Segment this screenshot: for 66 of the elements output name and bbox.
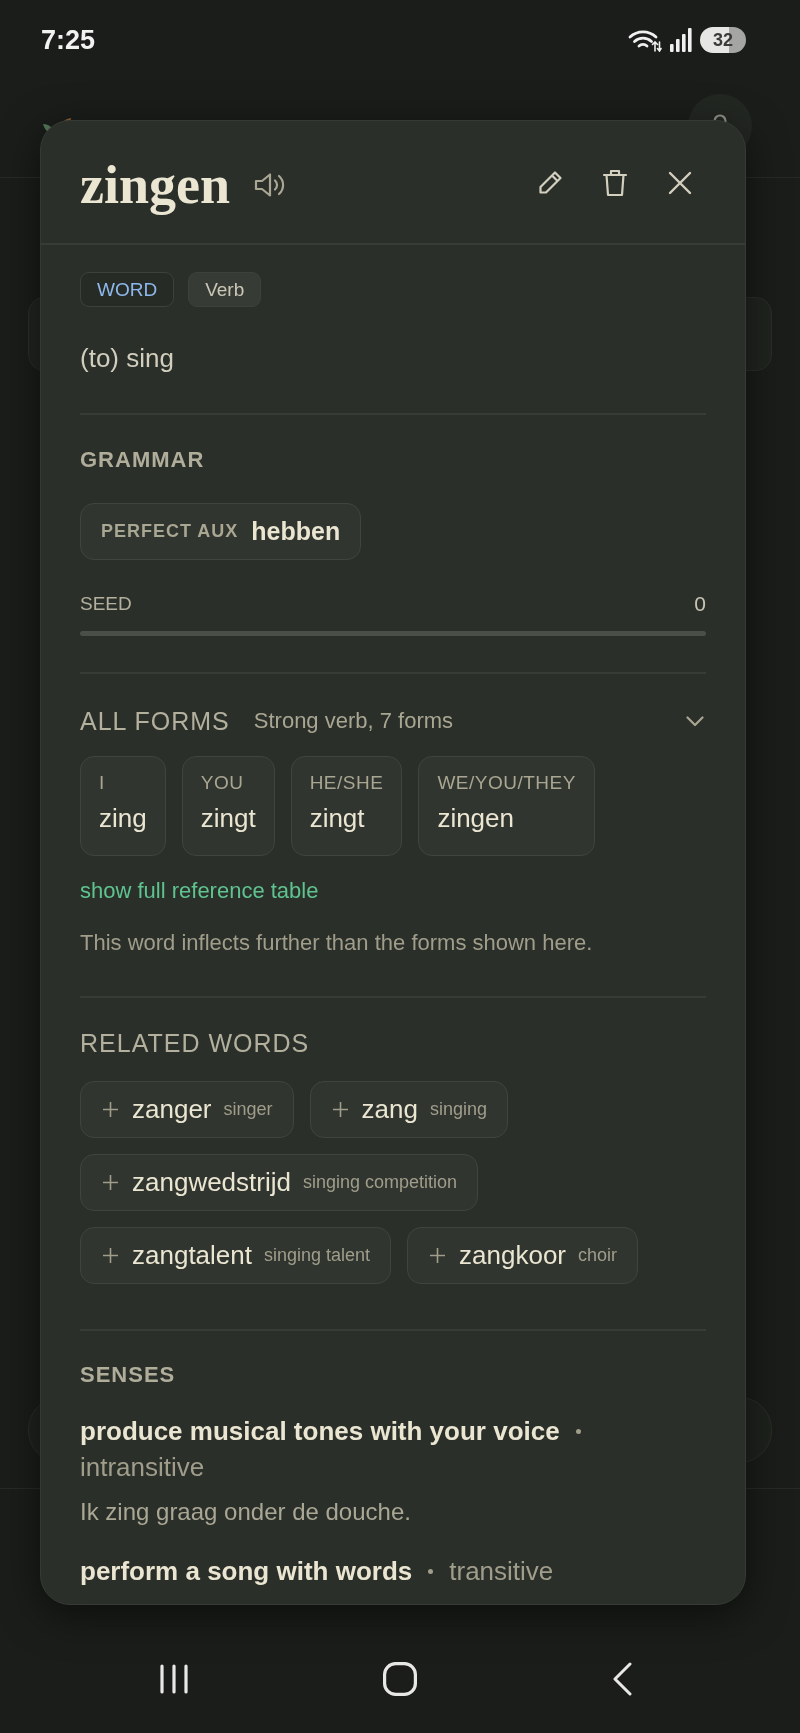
related-word: zang bbox=[361, 1094, 418, 1125]
form-word: zingen bbox=[437, 802, 515, 834]
status-time: 7:25 bbox=[41, 24, 96, 56]
form-person: I bbox=[99, 771, 106, 795]
section-heading: GRAMMAR bbox=[80, 447, 206, 473]
related-gloss: singer bbox=[223, 1099, 273, 1120]
sense-grammar-label: transitive bbox=[449, 1555, 554, 1588]
related-word: zangkoor bbox=[459, 1240, 567, 1271]
pencil-icon bbox=[537, 170, 563, 196]
related-gloss: singing talent bbox=[264, 1245, 371, 1266]
plus-icon bbox=[103, 1248, 118, 1263]
separator-dot-icon bbox=[428, 1568, 434, 1574]
word-title: zingen bbox=[80, 155, 230, 215]
related-word-chip[interactable]: zangkoor choir bbox=[407, 1227, 639, 1284]
section-heading: ALL FORMS bbox=[80, 706, 230, 736]
form-word: zingt bbox=[309, 802, 366, 834]
chevron-down-icon bbox=[686, 715, 704, 727]
form-person: HE/SHE bbox=[309, 771, 384, 795]
form-word: zing bbox=[99, 802, 147, 834]
section-heading: SENSES bbox=[80, 1362, 177, 1388]
translation-text: (to) sing bbox=[80, 342, 175, 374]
sense-grammar-label: intransitive bbox=[80, 1451, 205, 1484]
pronounce-button[interactable] bbox=[254, 171, 286, 199]
word-tag: Verb bbox=[188, 272, 262, 307]
inflection-note: This word inflects further than the forms shown here. bbox=[80, 930, 594, 956]
reference-table-link[interactable]: show full reference table bbox=[80, 878, 319, 904]
signal-icon bbox=[670, 28, 692, 52]
recent-apps-button[interactable] bbox=[160, 1664, 188, 1694]
seed-label: SEED bbox=[80, 592, 132, 616]
wifi-icon bbox=[628, 28, 662, 52]
related-word-chip[interactable]: zangwedstrijd singing competition bbox=[80, 1154, 479, 1211]
back-button[interactable] bbox=[612, 1662, 632, 1696]
related-gloss: singing bbox=[429, 1099, 487, 1120]
form-word: zingt bbox=[200, 802, 256, 834]
seed-value: 0 bbox=[694, 592, 706, 616]
related-word-chip[interactable]: zanger singer bbox=[80, 1081, 294, 1138]
close-icon bbox=[668, 171, 692, 195]
related-word: zangwedstrijd bbox=[132, 1167, 291, 1198]
speaker-icon bbox=[254, 171, 286, 199]
home-button[interactable] bbox=[383, 1662, 417, 1696]
plus-icon bbox=[103, 1175, 118, 1190]
section-heading: RELATED WORDS bbox=[80, 1028, 311, 1058]
forms-summary: Strong verb, 7 forms bbox=[253, 708, 454, 734]
form-person: YOU bbox=[200, 771, 245, 795]
grammar-label: PERFECT AUX bbox=[101, 521, 239, 542]
plus-icon bbox=[332, 1102, 348, 1117]
related-word: zangtalent bbox=[132, 1240, 252, 1271]
related-gloss: singing competition bbox=[303, 1172, 458, 1193]
recent-apps-icon bbox=[160, 1664, 188, 1694]
grammar-value: hebben bbox=[251, 517, 341, 546]
trash-icon bbox=[602, 169, 628, 197]
form-person: WE/YOU/THEY bbox=[437, 771, 576, 795]
related-word: zanger bbox=[132, 1094, 212, 1125]
battery-indicator: 32 bbox=[700, 27, 746, 53]
sense-definition: perform a song with words bbox=[80, 1555, 413, 1588]
home-icon bbox=[383, 1662, 417, 1696]
sense-definition: produce musical tones with your voice bbox=[80, 1415, 560, 1448]
related-gloss: choir bbox=[578, 1245, 618, 1266]
plus-icon bbox=[103, 1102, 118, 1117]
related-word-chip[interactable]: zang singing bbox=[309, 1081, 508, 1138]
back-icon bbox=[612, 1662, 632, 1696]
example-sentence: Ik zing graag onder de douche. bbox=[80, 1497, 412, 1527]
word-tag: WORD bbox=[80, 272, 175, 307]
plus-icon bbox=[430, 1248, 446, 1263]
separator-dot-icon bbox=[575, 1428, 581, 1434]
related-word-chip[interactable]: zangtalent singing talent bbox=[80, 1227, 392, 1284]
